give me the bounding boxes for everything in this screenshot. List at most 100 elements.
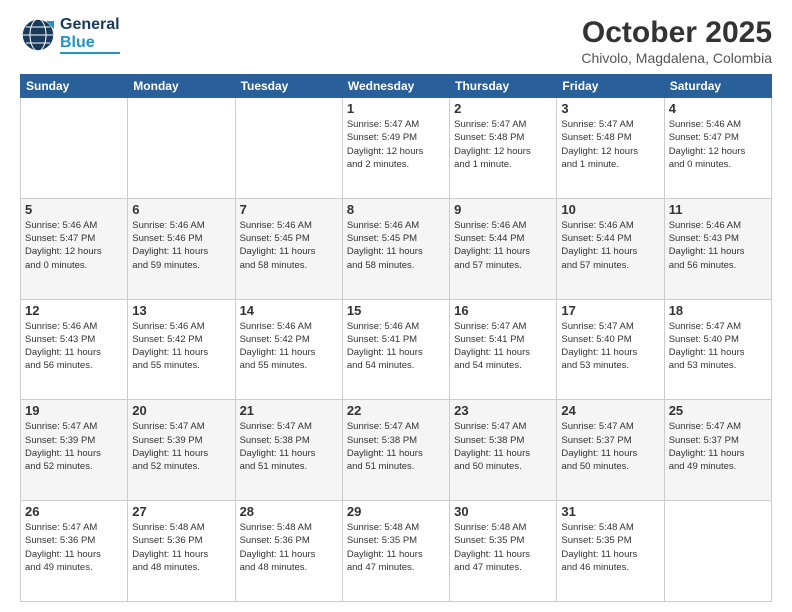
day-number: 18 [669, 303, 767, 318]
day-info: Sunrise: 5:48 AM Sunset: 5:36 PM Dayligh… [240, 521, 338, 574]
calendar-cell: 23 Sunrise: 5:47 AM Sunset: 5:38 PM Dayli… [450, 400, 557, 501]
calendar-cell: 22 Sunrise: 5:47 AM Sunset: 5:38 PM Dayli… [342, 400, 449, 501]
day-number: 2 [454, 101, 552, 116]
weekday-header-row: Sunday Monday Tuesday Wednesday Thursday… [21, 75, 772, 98]
day-info: Sunrise: 5:46 AM Sunset: 5:43 PM Dayligh… [669, 219, 767, 272]
logo-blue: Blue [60, 34, 120, 52]
day-number: 9 [454, 202, 552, 217]
calendar-cell [664, 501, 771, 602]
day-number: 4 [669, 101, 767, 116]
header-thursday: Thursday [450, 75, 557, 98]
calendar-cell: 30 Sunrise: 5:48 AM Sunset: 5:35 PM Dayli… [450, 501, 557, 602]
day-info: Sunrise: 5:46 AM Sunset: 5:42 PM Dayligh… [240, 320, 338, 373]
day-info: Sunrise: 5:47 AM Sunset: 5:38 PM Dayligh… [240, 420, 338, 473]
calendar-cell [21, 98, 128, 199]
calendar-week-row: 1 Sunrise: 5:47 AM Sunset: 5:49 PM Daylig… [21, 98, 772, 199]
globe-icon [20, 17, 56, 53]
logo-underline [60, 52, 120, 54]
calendar-table: Sunday Monday Tuesday Wednesday Thursday… [20, 74, 772, 602]
day-number: 29 [347, 504, 445, 519]
month-title: October 2025 [581, 16, 772, 50]
calendar-cell: 14 Sunrise: 5:46 AM Sunset: 5:42 PM Dayli… [235, 299, 342, 400]
day-info: Sunrise: 5:47 AM Sunset: 5:48 PM Dayligh… [454, 118, 552, 171]
header-sunday: Sunday [21, 75, 128, 98]
header-friday: Friday [557, 75, 664, 98]
day-number: 6 [132, 202, 230, 217]
day-info: Sunrise: 5:48 AM Sunset: 5:35 PM Dayligh… [454, 521, 552, 574]
calendar-cell: 24 Sunrise: 5:47 AM Sunset: 5:37 PM Dayli… [557, 400, 664, 501]
day-info: Sunrise: 5:46 AM Sunset: 5:43 PM Dayligh… [25, 320, 123, 373]
day-number: 24 [561, 403, 659, 418]
calendar-cell: 6 Sunrise: 5:46 AM Sunset: 5:46 PM Daylig… [128, 198, 235, 299]
day-number: 12 [25, 303, 123, 318]
calendar-week-row: 5 Sunrise: 5:46 AM Sunset: 5:47 PM Daylig… [21, 198, 772, 299]
location: Chivolo, Magdalena, Colombia [581, 50, 772, 66]
day-number: 7 [240, 202, 338, 217]
day-info: Sunrise: 5:47 AM Sunset: 5:37 PM Dayligh… [669, 420, 767, 473]
day-info: Sunrise: 5:47 AM Sunset: 5:36 PM Dayligh… [25, 521, 123, 574]
calendar-cell: 25 Sunrise: 5:47 AM Sunset: 5:37 PM Dayli… [664, 400, 771, 501]
logo-general: General [60, 16, 120, 34]
calendar-cell: 9 Sunrise: 5:46 AM Sunset: 5:44 PM Daylig… [450, 198, 557, 299]
page: General Blue October 2025 Chivolo, Magda… [0, 0, 792, 612]
calendar-cell: 12 Sunrise: 5:46 AM Sunset: 5:43 PM Dayli… [21, 299, 128, 400]
day-number: 13 [132, 303, 230, 318]
day-info: Sunrise: 5:47 AM Sunset: 5:49 PM Dayligh… [347, 118, 445, 171]
day-info: Sunrise: 5:48 AM Sunset: 5:35 PM Dayligh… [561, 521, 659, 574]
day-info: Sunrise: 5:46 AM Sunset: 5:46 PM Dayligh… [132, 219, 230, 272]
day-number: 3 [561, 101, 659, 116]
calendar-cell: 4Sunrise: 5:46 AM Sunset: 5:47 PM Daylig… [664, 98, 771, 199]
day-info: Sunrise: 5:47 AM Sunset: 5:40 PM Dayligh… [669, 320, 767, 373]
title-block: October 2025 Chivolo, Magdalena, Colombi… [581, 16, 772, 66]
calendar-week-row: 26 Sunrise: 5:47 AM Sunset: 5:36 PM Dayli… [21, 501, 772, 602]
day-info: Sunrise: 5:47 AM Sunset: 5:38 PM Dayligh… [347, 420, 445, 473]
calendar-cell: 29 Sunrise: 5:48 AM Sunset: 5:35 PM Dayli… [342, 501, 449, 602]
day-number: 19 [25, 403, 123, 418]
calendar-cell: 18 Sunrise: 5:47 AM Sunset: 5:40 PM Dayli… [664, 299, 771, 400]
day-info: Sunrise: 5:46 AM Sunset: 5:44 PM Dayligh… [561, 219, 659, 272]
day-info: Sunrise: 5:47 AM Sunset: 5:37 PM Dayligh… [561, 420, 659, 473]
day-number: 31 [561, 504, 659, 519]
calendar-week-row: 12 Sunrise: 5:46 AM Sunset: 5:43 PM Dayli… [21, 299, 772, 400]
calendar-cell: 16Sunrise: 5:47 AM Sunset: 5:41 PM Dayli… [450, 299, 557, 400]
calendar-cell: 13 Sunrise: 5:46 AM Sunset: 5:42 PM Dayli… [128, 299, 235, 400]
day-info: Sunrise: 5:47 AM Sunset: 5:38 PM Dayligh… [454, 420, 552, 473]
day-number: 1 [347, 101, 445, 116]
calendar-week-row: 19 Sunrise: 5:47 AM Sunset: 5:39 PM Dayli… [21, 400, 772, 501]
day-number: 25 [669, 403, 767, 418]
day-number: 14 [240, 303, 338, 318]
day-info: Sunrise: 5:46 AM Sunset: 5:41 PM Dayligh… [347, 320, 445, 373]
day-number: 11 [669, 202, 767, 217]
calendar-cell: 1 Sunrise: 5:47 AM Sunset: 5:49 PM Daylig… [342, 98, 449, 199]
calendar-cell: 15 Sunrise: 5:46 AM Sunset: 5:41 PM Dayli… [342, 299, 449, 400]
day-number: 26 [25, 504, 123, 519]
day-number: 15 [347, 303, 445, 318]
day-number: 20 [132, 403, 230, 418]
day-info: Sunrise: 5:47 AM Sunset: 5:39 PM Dayligh… [25, 420, 123, 473]
header-tuesday: Tuesday [235, 75, 342, 98]
day-number: 5 [25, 202, 123, 217]
header-wednesday: Wednesday [342, 75, 449, 98]
day-info: Sunrise: 5:46 AM Sunset: 5:45 PM Dayligh… [240, 219, 338, 272]
day-info: Sunrise: 5:46 AM Sunset: 5:47 PM Dayligh… [25, 219, 123, 272]
calendar-cell: 27Sunrise: 5:48 AM Sunset: 5:36 PM Dayli… [128, 501, 235, 602]
calendar-cell: 21 Sunrise: 5:47 AM Sunset: 5:38 PM Dayli… [235, 400, 342, 501]
day-number: 28 [240, 504, 338, 519]
day-number: 23 [454, 403, 552, 418]
header: General Blue October 2025 Chivolo, Magda… [20, 16, 772, 66]
day-number: 30 [454, 504, 552, 519]
day-number: 8 [347, 202, 445, 217]
day-number: 22 [347, 403, 445, 418]
day-info: Sunrise: 5:46 AM Sunset: 5:45 PM Dayligh… [347, 219, 445, 272]
day-info: Sunrise: 5:47 AM Sunset: 5:41 PM Dayligh… [454, 320, 552, 373]
calendar-cell: 31 Sunrise: 5:48 AM Sunset: 5:35 PM Dayli… [557, 501, 664, 602]
calendar-cell [128, 98, 235, 199]
day-info: Sunrise: 5:48 AM Sunset: 5:36 PM Dayligh… [132, 521, 230, 574]
day-info: Sunrise: 5:46 AM Sunset: 5:42 PM Dayligh… [132, 320, 230, 373]
day-number: 21 [240, 403, 338, 418]
day-info: Sunrise: 5:48 AM Sunset: 5:35 PM Dayligh… [347, 521, 445, 574]
day-info: Sunrise: 5:47 AM Sunset: 5:48 PM Dayligh… [561, 118, 659, 171]
day-info: Sunrise: 5:46 AM Sunset: 5:44 PM Dayligh… [454, 219, 552, 272]
day-number: 17 [561, 303, 659, 318]
calendar-cell: 19 Sunrise: 5:47 AM Sunset: 5:39 PM Dayli… [21, 400, 128, 501]
